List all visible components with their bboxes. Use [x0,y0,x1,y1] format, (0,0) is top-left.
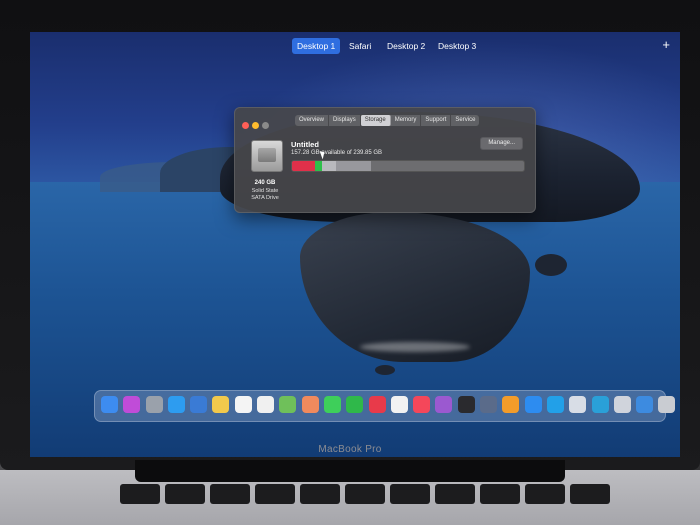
key [165,484,205,504]
tv-icon[interactable] [457,396,475,413]
news-icon[interactable] [368,396,386,413]
key [570,484,610,504]
help-icon[interactable] [480,396,498,413]
reminders-icon[interactable] [257,396,275,413]
tab-displays[interactable]: Displays [329,115,361,126]
laptop-bezel: Desktop 1 Safari Desktop 2 Desktop 3 + O… [0,0,700,470]
storage-usage-bar [291,160,525,172]
dock-icons [101,396,680,413]
add-space-button[interactable]: + [662,37,670,53]
launchpad-icon[interactable] [145,396,163,413]
disk-capacity: 240 GB [254,180,276,186]
close-button[interactable] [242,122,249,129]
key [300,484,340,504]
window-controls [242,116,272,134]
downloads-icon[interactable] [591,396,609,413]
hinge [135,460,565,482]
storage-segment [322,161,337,171]
tab-storage[interactable]: Storage [360,115,391,126]
space-desktop-3[interactable]: Desktop 3 [433,38,481,54]
volume-name: Untitled [291,140,319,149]
key [255,484,295,504]
storage-segment [292,161,316,171]
storage-segment [315,161,323,171]
tab-support[interactable]: Support [421,115,452,126]
disk-type: Solid State SATA Drive [240,188,290,202]
space-desktop-2[interactable]: Desktop 2 [382,38,430,54]
music-icon[interactable] [413,396,431,413]
wallpaper-rock [535,254,567,276]
space-desktop-1[interactable]: Desktop 1 [292,38,341,54]
wallpaper-foam [360,342,470,352]
tab-memory[interactable]: Memory [391,115,422,126]
tab-service[interactable]: Service [451,115,479,126]
dock [94,390,676,422]
finder-icon[interactable] [101,396,118,413]
key [390,484,430,504]
key [435,484,475,504]
messages-icon[interactable] [323,396,341,413]
disk-type-line-2: SATA Drive [251,195,279,201]
disk-type-line-1: Solid State [251,188,279,194]
storage-segment [336,161,371,171]
preview-icon[interactable] [569,396,587,413]
maps-icon[interactable] [279,396,297,413]
desktop-screen: Desktop 1 Safari Desktop 2 Desktop 3 + O… [30,32,680,457]
available-space: 157.28 GB available of 239.85 GB [291,150,383,156]
hard-drive-icon [251,140,283,172]
facetime-icon[interactable] [346,396,364,413]
stop-icon[interactable] [390,396,408,413]
device-brand-label: MacBook Pro [318,444,382,455]
manage-button[interactable]: Manage... [480,137,523,150]
zoom-button[interactable] [262,122,269,129]
space-safari[interactable]: Safari [344,38,376,54]
books-icon[interactable] [502,396,520,413]
podcasts-icon[interactable] [435,396,453,413]
photo-icon[interactable] [190,396,208,413]
system-preferences-icon[interactable] [546,396,564,413]
key [210,484,250,504]
wallpaper-rock-small [375,365,395,375]
key [345,484,385,504]
notes-icon[interactable] [212,396,230,413]
spaces-bar: Desktop 1 Safari Desktop 2 Desktop 3 + [30,37,680,56]
app-store-icon[interactable] [524,396,542,413]
key [480,484,520,504]
minimize-button[interactable] [252,122,259,129]
key [120,484,160,504]
key [525,484,565,504]
calendar-icon[interactable] [234,396,252,413]
photos-icon[interactable] [301,396,319,413]
folder-icon[interactable] [636,396,654,413]
trash-icon[interactable] [658,396,676,413]
documents-icon[interactable] [613,396,631,413]
siri-icon[interactable] [123,396,141,413]
keyboard-keys [120,484,615,504]
tab-bar: Overview Displays Storage Memory Support… [295,115,480,126]
tab-overview[interactable]: Overview [295,115,330,126]
safari-icon[interactable] [167,396,185,413]
